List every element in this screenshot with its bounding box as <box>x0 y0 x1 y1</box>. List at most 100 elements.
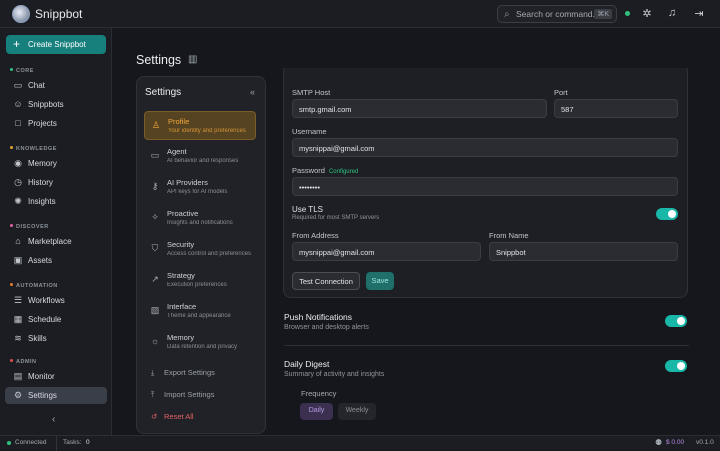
section-knowledge: KNOWLEDGE <box>10 146 57 152</box>
settings-item-profile[interactable]: ♙ Profile Your identity and preferences <box>144 111 256 140</box>
settings-item-strategy[interactable]: ↗ Strategy Execution preferences <box>144 266 256 295</box>
password-input[interactable]: •••••••• <box>292 177 678 196</box>
settings-content: SMTP Host smtp.gmail.com Port 587 Userna… <box>273 68 720 435</box>
store-icon: ⌂ <box>15 236 21 246</box>
cost-value: $ 0.00 <box>666 439 685 446</box>
connection-status: Connected <box>15 439 47 446</box>
folder-icon: □ <box>15 118 21 128</box>
sidebar-item-monitor[interactable]: ▤ Monitor <box>5 368 107 385</box>
user-icon: ♙ <box>151 120 161 130</box>
sidebar-item-skills[interactable]: ≋ Skills <box>5 330 107 347</box>
book-icon[interactable]: ▥ <box>188 54 197 65</box>
settings-item-interface[interactable]: ▧ Interface Theme and appearance <box>144 297 256 326</box>
frequency-label: Frequency <box>301 389 337 398</box>
settings-item-memory[interactable]: ☼ Memory Data retention and privacy <box>144 328 256 357</box>
reset-icon: ↺ <box>151 412 158 421</box>
upload-icon: ⤒ <box>151 390 155 399</box>
test-connection-button[interactable]: Test Connection <box>292 272 360 290</box>
sidebar-item-history[interactable]: ◷ History <box>5 174 107 191</box>
search-input[interactable]: ⌕ Search or command... ⌘K <box>497 5 617 23</box>
push-notifications-title: Push Notifications <box>284 312 353 322</box>
brain-icon: ◉ <box>14 158 22 168</box>
settings-item-ai-providers[interactable]: ⚷ AI Providers API keys for AI models <box>144 173 256 202</box>
from-name-input[interactable]: Snippbot <box>489 242 678 261</box>
daily-digest-sub: Summary of activity and insights <box>284 371 385 378</box>
download-icon: ⤓ <box>151 368 155 377</box>
sidebar-item-insights[interactable]: ✺ Insights <box>5 193 107 210</box>
settings-nav-panel: Settings « ♙ Profile Your identity and pre… <box>136 76 266 434</box>
create-snippbot-button[interactable]: + Create Snippbot <box>6 35 106 54</box>
search-placeholder: Search or command... <box>516 9 600 19</box>
sparkle-icon: ✧ <box>151 212 159 222</box>
use-tls-label: Use TLS <box>292 205 323 214</box>
bell-icon[interactable]: ♫ <box>665 7 679 19</box>
password-label: Password Configured <box>292 166 359 175</box>
version-label: v0.1.0 <box>696 439 714 446</box>
palette-icon: ▧ <box>150 305 160 315</box>
logout-icon[interactable]: ⇥ <box>692 7 706 20</box>
from-address-label: From Address <box>292 231 339 240</box>
username-label: Username <box>292 127 327 136</box>
sidebar-item-workflows[interactable]: ☰ Workflows <box>5 292 107 309</box>
sidebar-item-projects[interactable]: □ Projects <box>5 115 107 132</box>
sidebar-item-marketplace[interactable]: ⌂ Marketplace <box>5 233 107 250</box>
sidebar-item-assets[interactable]: ▣ Assets <box>5 252 107 269</box>
status-indicator <box>625 11 630 16</box>
status-bar: Connected Tasks: 0 ⚉ $ 0.00 v0.1.0 <box>0 435 720 451</box>
settings-item-agent[interactable]: ▭ Agent AI behavior and responses <box>144 142 256 171</box>
search-icon: ⌕ <box>504 9 510 20</box>
section-admin: ADMIN <box>10 359 37 365</box>
smtp-host-input[interactable]: smtp.gmail.com <box>292 99 547 118</box>
bulb-icon: ☼ <box>150 336 160 346</box>
username-input[interactable]: mysnippai@gmail.com <box>292 138 678 157</box>
calendar-icon: ▦ <box>13 314 23 324</box>
shield-icon: ⛉ <box>151 243 159 253</box>
use-tls-toggle[interactable] <box>656 208 678 220</box>
configured-badge: Configured <box>328 169 359 175</box>
from-name-label: From Name <box>489 231 529 240</box>
sidebar-item-schedule[interactable]: ▦ Schedule <box>5 311 107 328</box>
daily-digest-toggle[interactable] <box>665 360 687 372</box>
workflow-icon: ☰ <box>13 295 23 305</box>
push-notifications-toggle[interactable] <box>665 315 687 327</box>
import-settings-button[interactable]: ⤒ Import Settings <box>151 390 214 400</box>
export-settings-button[interactable]: ⤓ Export Settings <box>151 368 215 378</box>
daily-digest-title: Daily Digest <box>284 359 330 369</box>
bug-icon[interactable]: ✲ <box>640 7 654 20</box>
page-title: Settings <box>136 53 182 67</box>
settings-item-proactive[interactable]: ✧ Proactive Insights and notifications <box>144 204 256 233</box>
section-automation: AUTOMATION <box>10 283 58 289</box>
create-snippbot-label: Create Snippbot <box>28 40 86 49</box>
sidebar-item-settings[interactable]: ⚙ Settings <box>5 387 107 404</box>
reset-all-button[interactable]: ↺ Reset All <box>151 412 194 421</box>
clock-icon: ◷ <box>14 177 22 187</box>
save-button[interactable]: Save <box>366 272 394 290</box>
smtp-host-label: SMTP Host <box>292 88 331 97</box>
port-label: Port <box>554 88 568 97</box>
search-shortcut: ⌘K <box>594 9 612 19</box>
connection-dot <box>7 441 11 445</box>
frequency-daily-button[interactable]: Daily <box>300 403 333 420</box>
sidebar-item-memory[interactable]: ◉ Memory <box>5 155 107 172</box>
sidebar-item-chat[interactable]: ▭ Chat <box>5 77 107 94</box>
bot-icon: ☺ <box>13 99 23 109</box>
divider <box>284 345 689 346</box>
main-content: Settings ▥ Settings « ♙ Profile Your ident… <box>113 28 720 435</box>
port-input[interactable]: 587 <box>554 99 678 118</box>
chart-icon: ↗ <box>151 274 159 284</box>
skills-icon: ≋ <box>14 333 22 343</box>
image-icon: ▣ <box>13 255 23 265</box>
app-logo[interactable] <box>12 5 30 23</box>
from-address-input[interactable]: mysnippai@gmail.com <box>292 242 481 261</box>
top-bar: Snippbot ⌕ Search or command... ⌘K ✲ ♫ ⇥ <box>0 0 720 28</box>
collapse-icon[interactable]: « <box>250 87 255 97</box>
tasks-count: 0 <box>86 439 90 446</box>
footer-divider <box>56 436 57 451</box>
use-tls-sub: Required for most SMTP servers <box>292 215 380 221</box>
frequency-weekly-button[interactable]: Weekly <box>338 403 376 420</box>
settings-item-security[interactable]: ⛉ Security Access control and preferences <box>144 235 256 264</box>
collapse-sidebar-icon[interactable]: ‹ <box>52 414 55 425</box>
tasks-label: Tasks: <box>63 439 82 446</box>
sidebar-item-snippbots[interactable]: ☺ Snippbots <box>5 96 107 113</box>
plus-icon: + <box>13 37 21 51</box>
